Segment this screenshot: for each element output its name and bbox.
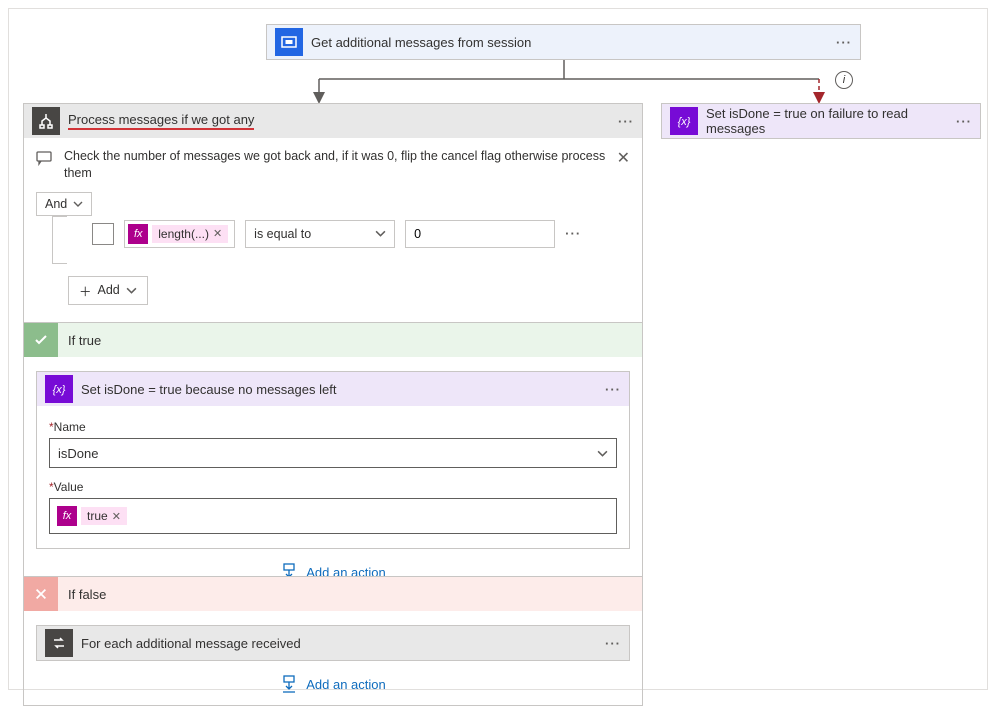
add-action-button[interactable]: Add an action [36, 675, 630, 693]
value-label: *Value [49, 480, 617, 494]
card-title: For each additional message received [81, 636, 597, 651]
cross-icon [24, 577, 58, 611]
variable-name-select[interactable]: isDone [49, 438, 617, 468]
chevron-down-icon [73, 199, 83, 209]
rule-left-operand[interactable]: fx length(...) ✕ [124, 220, 235, 248]
if-false-branch: If false For each additional message rec… [23, 576, 643, 706]
rule-menu-button[interactable]: ··· [565, 226, 581, 241]
rule-operator-select[interactable]: is equal to [245, 220, 395, 248]
card-menu-button[interactable]: ··· [956, 114, 972, 129]
card-title: Process messages if we got any [68, 112, 610, 130]
chevron-down-icon [597, 448, 608, 459]
variable-value-input[interactable]: fx true ✕ [49, 498, 617, 534]
variable-icon: {x} [670, 107, 698, 135]
close-icon[interactable]: ✕ [617, 148, 630, 168]
remove-token-icon[interactable]: ✕ [213, 227, 222, 240]
branch-label: If false [68, 587, 106, 602]
service-bus-icon [275, 28, 303, 56]
card-menu-button[interactable]: ··· [605, 636, 621, 651]
condition-branch-icon [32, 107, 60, 135]
rule-checkbox[interactable] [92, 223, 114, 245]
rule-value-input[interactable] [405, 220, 555, 248]
action-body: *Name isDone *Value fx true ✕ [37, 406, 629, 548]
fx-icon: fx [128, 224, 148, 244]
branch-label: If true [68, 333, 101, 348]
condition-card[interactable]: Process messages if we got any ··· Check… [23, 103, 643, 324]
chevron-down-icon [375, 228, 386, 239]
failure-set-variable-card[interactable]: {x} Set isDone = true on failure to read… [661, 103, 981, 139]
chevron-down-icon [126, 285, 137, 296]
comment-icon [36, 150, 54, 169]
card-title: Set isDone = true because no messages le… [81, 382, 597, 397]
add-rule-button[interactable]: ＋ Add [68, 276, 148, 305]
svg-text:{x}: {x} [678, 116, 691, 128]
card-title: Get additional messages from session [311, 35, 828, 50]
logic-operator-select[interactable]: And [36, 192, 92, 216]
rule-connector [52, 216, 72, 264]
condition-rule-row: fx length(...) ✕ is equal to ··· [92, 220, 581, 248]
condition-description: Check the number of messages we got back… [64, 148, 607, 182]
insert-step-icon [280, 675, 298, 693]
card-menu-button[interactable]: ··· [618, 114, 634, 129]
card-title: Set isDone = true on failure to read mes… [706, 106, 948, 136]
info-icon[interactable]: i [835, 71, 853, 89]
svg-text:{x}: {x} [53, 384, 66, 396]
get-messages-card[interactable]: Get additional messages from session ··· [266, 24, 861, 60]
flow-canvas: i Get additional messages from session ·… [8, 8, 988, 690]
name-label: *Name [49, 420, 617, 434]
condition-body: Check the number of messages we got back… [24, 138, 642, 323]
set-variable-card[interactable]: {x} Set isDone = true because no message… [36, 371, 630, 549]
remove-token-icon[interactable]: ✕ [112, 510, 121, 523]
check-icon [24, 323, 58, 357]
variable-icon: {x} [45, 375, 73, 403]
if-true-branch: If true {x} Set isDone = true because no… [23, 322, 643, 594]
foreach-loop-card[interactable]: For each additional message received ··· [36, 625, 630, 661]
card-menu-button[interactable]: ··· [836, 35, 852, 50]
fx-icon: fx [57, 506, 77, 526]
plus-icon: ＋ [79, 281, 92, 300]
loop-icon [45, 629, 73, 657]
card-menu-button[interactable]: ··· [605, 382, 621, 397]
